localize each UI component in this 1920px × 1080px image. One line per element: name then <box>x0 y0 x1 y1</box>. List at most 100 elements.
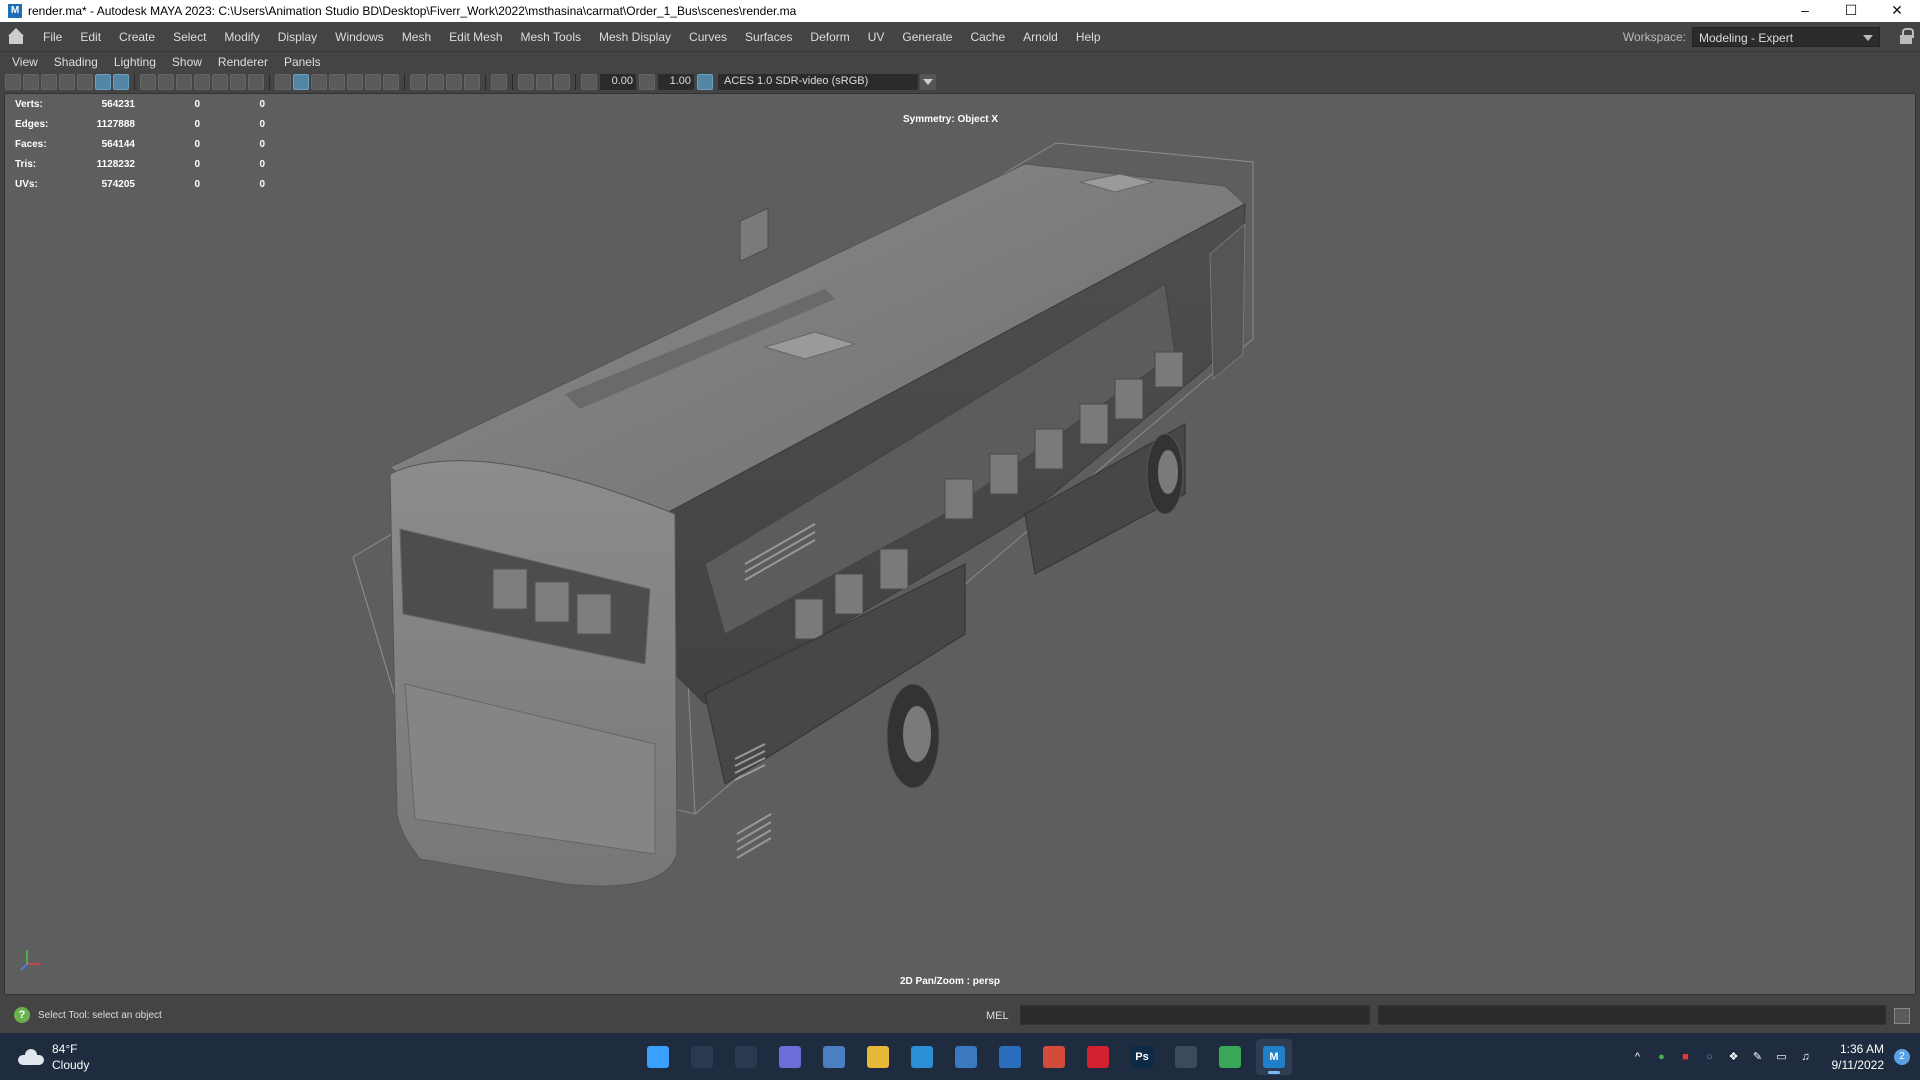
taskbar-cortana-icon[interactable] <box>992 1039 1028 1075</box>
menu-item[interactable]: Generate <box>893 22 961 52</box>
menu-item[interactable]: Cache <box>961 22 1014 52</box>
weather-widget[interactable]: 84°F Cloudy <box>18 1041 89 1073</box>
home-icon[interactable] <box>8 27 24 44</box>
grease-pencil-toggle-icon[interactable] <box>113 74 129 90</box>
panel-menu-item[interactable]: Show <box>164 53 210 71</box>
anti-aliasing-icon[interactable] <box>446 74 462 90</box>
menu-item[interactable]: Arnold <box>1014 22 1067 52</box>
xray-active-components-icon[interactable] <box>554 74 570 90</box>
camera-select-icon[interactable] <box>5 74 21 90</box>
workspace-dropdown[interactable]: Modeling - Expert <box>1692 27 1880 47</box>
volume-icon[interactable]: ♫ <box>1798 1049 1814 1065</box>
close-icon[interactable]: ✕ <box>1874 0 1920 22</box>
gate-mask-icon[interactable] <box>194 74 210 90</box>
2d-pan-zoom-icon[interactable] <box>95 74 111 90</box>
taskbar-photoshop-icon[interactable]: Ps <box>1124 1039 1160 1075</box>
motion-blur-icon[interactable] <box>428 74 444 90</box>
menu-item[interactable]: Help <box>1067 22 1110 52</box>
exposure-icon[interactable] <box>581 74 597 90</box>
security-icon[interactable]: ● <box>1654 1049 1670 1065</box>
taskbar-calculator-icon[interactable] <box>1168 1039 1204 1075</box>
depth-of-field-icon[interactable] <box>464 74 480 90</box>
menu-item[interactable]: File <box>34 22 71 52</box>
taskbar-maya-icon[interactable]: M <box>1256 1039 1292 1075</box>
chevron-down-icon[interactable] <box>920 74 936 90</box>
script-editor-icon[interactable] <box>1894 1008 1910 1024</box>
grid-icon[interactable] <box>140 74 156 90</box>
field-chart-icon[interactable] <box>212 74 228 90</box>
taskbar-search-icon[interactable] <box>684 1039 720 1075</box>
lock-icon[interactable] <box>1900 28 1914 44</box>
command-line-result <box>1378 1005 1886 1025</box>
notification-badge[interactable]: 2 <box>1894 1048 1910 1065</box>
bookmark-icon[interactable] <box>41 74 57 90</box>
exposure-field[interactable]: 0.00 <box>600 74 636 90</box>
panel-menu-item[interactable]: Lighting <box>106 53 164 71</box>
dropbox-icon[interactable]: ❖ <box>1726 1049 1742 1065</box>
taskbar-chrome-icon[interactable] <box>1036 1039 1072 1075</box>
menu-item[interactable]: Select <box>164 22 215 52</box>
film-gate-icon[interactable] <box>158 74 174 90</box>
wireframe-on-shaded-icon[interactable] <box>329 74 345 90</box>
wireframe-icon[interactable] <box>275 74 291 90</box>
taskbar-edge-icon[interactable] <box>904 1039 940 1075</box>
panel-menu-item[interactable]: Renderer <box>210 53 276 71</box>
panel-menu-item[interactable]: View <box>4 53 46 71</box>
menu-item[interactable]: Surfaces <box>736 22 801 52</box>
network-globe-icon[interactable]: ○ <box>1702 1049 1718 1065</box>
color-management-icon[interactable] <box>697 74 713 90</box>
chevron-up-icon[interactable]: ^ <box>1630 1049 1646 1065</box>
menu-item[interactable]: Deform <box>801 22 858 52</box>
taskbar-clock[interactable]: 1:36 AM 9/11/2022 <box>1832 1041 1885 1073</box>
command-line-input[interactable] <box>1020 1005 1370 1025</box>
menu-item[interactable]: Display <box>269 22 326 52</box>
image-plane-icon[interactable] <box>59 74 75 90</box>
default-material-icon[interactable] <box>311 74 327 90</box>
menu-item[interactable]: Curves <box>680 22 736 52</box>
display-icon[interactable]: ▭ <box>1774 1049 1790 1065</box>
xray-joints-icon[interactable] <box>536 74 552 90</box>
menu-item[interactable]: UV <box>859 22 894 52</box>
taskbar-task-view-icon[interactable] <box>728 1039 764 1075</box>
gamma-icon[interactable] <box>639 74 655 90</box>
menu-item[interactable]: Mesh Tools <box>512 22 590 52</box>
grease-pencil-icon[interactable] <box>77 74 93 90</box>
mel-toggle[interactable]: MEL <box>986 1010 1009 1022</box>
camera-attributes-icon[interactable] <box>23 74 39 90</box>
isolate-select-icon[interactable] <box>491 74 507 90</box>
menu-item[interactable]: Edit <box>71 22 110 52</box>
menu-item[interactable]: Edit Mesh <box>440 22 511 52</box>
maximize-icon[interactable]: ☐ <box>1828 0 1874 22</box>
screen-space-ao-icon[interactable] <box>410 74 426 90</box>
taskbar-photos-icon[interactable] <box>816 1039 852 1075</box>
pen-icon[interactable]: ✎ <box>1750 1049 1766 1065</box>
taskbar-file-explorer-icon[interactable] <box>860 1039 896 1075</box>
panel-menu-item[interactable]: Panels <box>276 53 329 71</box>
taskbar-chrome-2-icon[interactable] <box>1212 1039 1248 1075</box>
use-all-lights-icon[interactable] <box>365 74 381 90</box>
taskbar-opera-icon[interactable] <box>1080 1039 1116 1075</box>
menu-item[interactable]: Mesh Display <box>590 22 680 52</box>
xray-icon[interactable] <box>518 74 534 90</box>
smooth-shade-icon[interactable] <box>293 74 309 90</box>
menu-item[interactable]: Create <box>110 22 164 52</box>
taskbar-store-icon[interactable] <box>948 1039 984 1075</box>
taskbar-teams-chat-icon[interactable] <box>772 1039 808 1075</box>
app-tray-icon[interactable]: ■ <box>1678 1049 1694 1065</box>
panel-menu-item[interactable]: Shading <box>46 53 106 71</box>
resolution-gate-icon[interactable] <box>176 74 192 90</box>
textured-icon[interactable] <box>347 74 363 90</box>
menu-item[interactable]: Windows <box>326 22 393 52</box>
shadows-icon[interactable] <box>383 74 399 90</box>
menu-item[interactable]: Mesh <box>393 22 440 52</box>
color-space-field[interactable]: ACES 1.0 SDR-video (sRGB) <box>718 74 918 90</box>
axis-gizmo <box>20 950 41 971</box>
opera-icon <box>1087 1046 1109 1068</box>
safe-action-icon[interactable] <box>230 74 246 90</box>
viewport-persp[interactable]: Verts: 564231 0 0 Edges: 1127888 0 0 Faces: 56414… <box>4 93 1916 995</box>
menu-item[interactable]: Modify <box>215 22 268 52</box>
gamma-field[interactable]: 1.00 <box>658 74 694 90</box>
safe-title-icon[interactable] <box>248 74 264 90</box>
taskbar-windows-start-icon[interactable] <box>640 1039 676 1075</box>
minimize-icon[interactable]: – <box>1782 0 1828 22</box>
